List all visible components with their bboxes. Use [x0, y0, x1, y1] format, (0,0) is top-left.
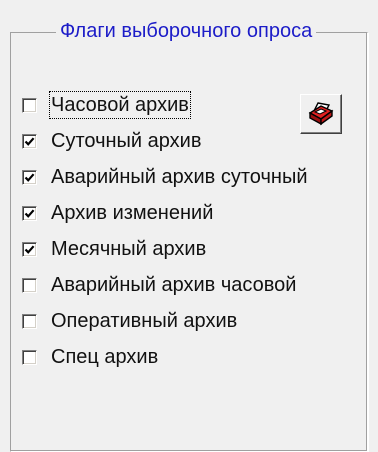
- checkbox-daily-emergency-archive[interactable]: Аварийный архив суточный: [22, 160, 307, 194]
- checkbox-daily-archive[interactable]: Суточный архив: [22, 124, 201, 158]
- checkbox-monthly-archive[interactable]: Месячный архив: [22, 232, 206, 266]
- checkbox-label: Аварийный архив часовой: [51, 274, 297, 296]
- checkbox-operational-archive[interactable]: Оперативный архив: [22, 304, 237, 338]
- checkbox-label: Месячный архив: [51, 238, 207, 260]
- checkbox-label: Часовой архив: [49, 91, 191, 119]
- checkbox-label: Суточный архив: [51, 130, 202, 152]
- checkmark-icon: [24, 208, 35, 218]
- checkbox-box[interactable]: [22, 97, 37, 113]
- checkmark-icon: [24, 244, 35, 254]
- checkbox-label: Спец архив: [51, 346, 159, 368]
- checkbox-label: Аварийный архив суточный: [51, 166, 308, 188]
- checkbox-changes-archive[interactable]: Архив изменений: [22, 196, 213, 230]
- checkbox-box[interactable]: [22, 313, 37, 329]
- checkbox-box[interactable]: [22, 205, 37, 221]
- checkmark-icon: [24, 172, 35, 182]
- checkbox-label: Оперативный архив: [51, 310, 238, 332]
- print-button[interactable]: [300, 94, 342, 134]
- checkmark-icon: [24, 136, 35, 146]
- checkbox-hourly-archive[interactable]: Часовой архив: [22, 88, 191, 122]
- groupbox-title: Флаги выборочного опроса: [56, 18, 317, 44]
- checkbox-box[interactable]: [22, 133, 37, 149]
- checkbox-box[interactable]: [22, 241, 37, 257]
- archive-flags-panel: Флаги выборочного опроса Часовой архив С…: [0, 0, 378, 452]
- checkbox-box[interactable]: [22, 277, 37, 293]
- checkbox-hourly-emergency-archive[interactable]: Аварийный архив часовой: [22, 268, 296, 302]
- printer-icon: [308, 102, 334, 126]
- checkbox-box[interactable]: [22, 349, 37, 365]
- checkbox-label: Архив изменений: [51, 202, 214, 224]
- checkbox-box[interactable]: [22, 169, 37, 185]
- checkbox-special-archive[interactable]: Спец архив: [22, 340, 158, 374]
